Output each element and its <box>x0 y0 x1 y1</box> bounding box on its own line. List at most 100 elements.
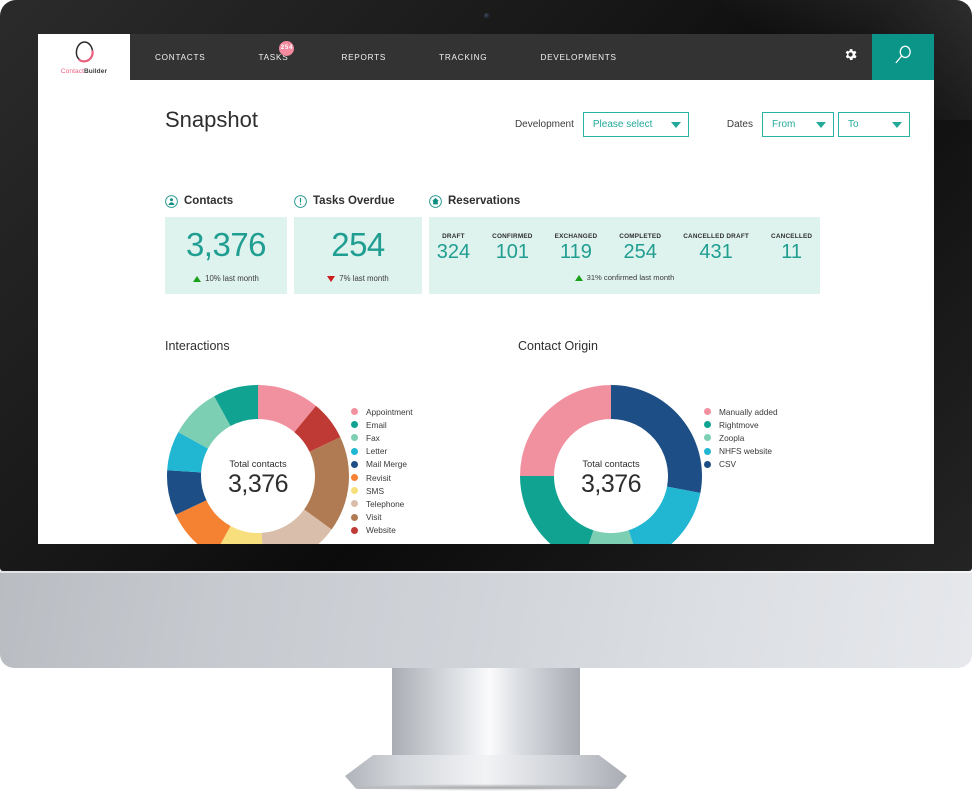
reservations-grid: DRAFT 324 CONFIRMED 101 EXCHANGED 119 CO… <box>426 233 824 264</box>
search-icon <box>892 44 914 71</box>
kpi-tasks-value: 254 <box>331 226 385 263</box>
reservation-value: 11 <box>781 241 803 263</box>
date-from-select[interactable]: From <box>762 112 834 137</box>
reservations-trend-text: 31% confirmed last month <box>586 273 675 282</box>
kpi-contacts-trend-text: 10% last month <box>205 274 259 283</box>
reservation-label: COMPLETED <box>619 233 662 240</box>
egg-logo-icon <box>71 39 98 66</box>
chin-top-edge <box>0 571 972 573</box>
filter-bar: Development Please select Dates From To <box>515 112 910 137</box>
kpi-contacts-value: 3,376 <box>185 226 267 263</box>
legend-item[interactable]: Zoopla <box>704 431 778 444</box>
monitor-foot-shadow <box>352 784 620 791</box>
legend-item[interactable]: Fax <box>351 431 413 444</box>
nav-item-tasks[interactable]: TASKS 254 <box>258 40 295 62</box>
monitor-chin <box>0 571 972 668</box>
legend-label: Letter <box>366 446 388 457</box>
monitor-mockup: ContactBuilder CONTACTS TASKS 254 REPORT… <box>0 0 972 804</box>
kpi-tasks-header: Tasks Overdue <box>294 191 422 211</box>
legend-item[interactable]: Revisit <box>351 471 413 484</box>
legend-label: Website <box>366 525 396 536</box>
development-select-value: Please select <box>592 119 653 130</box>
chart-interactions-body: Total contacts 3,376 Appointment Email Fax… <box>165 383 413 544</box>
nav-item-contacts[interactable]: CONTACTS <box>155 53 205 62</box>
reservation-label: EXCHANGED <box>554 233 598 240</box>
reservation-cell: DRAFT 324 <box>426 233 481 264</box>
reservation-cell: CANCELLED 11 <box>760 233 823 264</box>
legend-color-swatch <box>351 500 358 508</box>
screen-viewport: ContactBuilder CONTACTS TASKS 254 REPORT… <box>38 34 934 544</box>
legend-label: Rightmove <box>719 419 759 430</box>
date-to-value: To <box>848 119 859 130</box>
legend-item[interactable]: Email <box>351 418 413 431</box>
legend-label: NHFS website <box>719 446 773 457</box>
legend-item[interactable]: SMS <box>351 484 413 497</box>
date-from-value: From <box>772 119 796 130</box>
exclamation-circle-icon <box>294 194 307 208</box>
nav-item-tracking[interactable]: TRACKING <box>439 53 487 62</box>
legend-item[interactable]: Mail Merge <box>351 458 413 471</box>
legend-item[interactable]: Rightmove <box>704 418 778 431</box>
legend-item[interactable]: Letter <box>351 445 413 458</box>
legend-item[interactable]: Telephone <box>351 497 413 510</box>
legend-color-swatch <box>351 526 358 534</box>
nav-item-contacts-label: CONTACTS <box>155 52 206 62</box>
reservation-label: DRAFT <box>442 233 465 240</box>
development-select[interactable]: Please select <box>582 112 689 137</box>
nav-item-developments[interactable]: DEVELOPMENTS <box>540 53 616 62</box>
kpi-row: Contacts 3,376 10% last month Tasks Over… <box>165 191 820 294</box>
legend-item[interactable]: NHFS website <box>704 445 778 458</box>
legend-item[interactable]: CSV <box>704 458 778 471</box>
reservation-cell: CONFIRMED 101 <box>481 233 544 264</box>
home-circle-icon <box>429 194 442 208</box>
nav-item-reports[interactable]: REPORTS <box>341 53 386 62</box>
legend-label: Manually added <box>719 406 778 417</box>
legend-item[interactable]: Website <box>351 524 413 537</box>
legend-label: Visit <box>366 512 382 523</box>
reservation-cell: EXCHANGED 119 <box>544 233 609 264</box>
reservation-cell: CANCELLED DRAFT 431 <box>672 233 760 264</box>
legend-label: Appointment <box>366 406 413 417</box>
webcam-icon <box>484 13 490 19</box>
app-logo[interactable]: ContactBuilder <box>38 34 130 80</box>
kpi-tasks-body: 254 7% last month <box>294 217 422 294</box>
legend-item[interactable]: Appointment <box>351 405 413 418</box>
reservation-value: 324 <box>436 241 471 263</box>
app-navbar: ContactBuilder CONTACTS TASKS 254 REPORT… <box>38 34 934 80</box>
kpi-card-contacts: Contacts 3,376 10% last month <box>165 191 287 294</box>
donut-contact-origin-svg <box>520 385 702 544</box>
chart-contact-origin-title: Contact Origin <box>518 339 598 353</box>
donut-segment[interactable] <box>611 385 702 494</box>
trend-up-icon <box>574 274 583 281</box>
chart-interactions-title: Interactions <box>165 339 230 353</box>
date-to-select[interactable]: To <box>838 112 910 137</box>
reservation-label: CANCELLED DRAFT <box>683 233 750 240</box>
search-button[interactable] <box>872 34 934 80</box>
reservation-value: 101 <box>495 241 530 263</box>
chart-contact-origin-body: Total contacts 3,376 Manually added Right… <box>518 383 778 544</box>
donut-interactions-svg <box>167 385 349 544</box>
kpi-tasks-trend-text: 7% last month <box>339 274 389 283</box>
legend-item[interactable]: Visit <box>351 511 413 524</box>
legend-label: Fax <box>366 432 380 443</box>
kpi-contacts-title: Contacts <box>184 195 234 207</box>
donut-segment[interactable] <box>628 486 701 544</box>
kpi-tasks-title: Tasks Overdue <box>313 195 395 207</box>
development-label: Development <box>514 119 574 130</box>
kpi-contacts-body: 3,376 10% last month <box>165 217 287 294</box>
legend-contact-origin: Manually added Rightmove Zoopla NHFS websit… <box>704 383 778 471</box>
legend-label: Mail Merge <box>366 459 408 470</box>
legend-color-swatch <box>351 408 358 416</box>
legend-color-swatch <box>351 421 358 429</box>
settings-button[interactable] <box>828 34 872 80</box>
legend-item[interactable]: Manually added <box>704 405 778 418</box>
dates-label: Dates <box>726 119 753 130</box>
chevron-down-icon <box>892 121 902 128</box>
chart-contact-origin: Contact Origin Total contacts 3,376 Manu… <box>518 339 778 544</box>
chevron-down-icon <box>670 121 681 128</box>
reservation-value: 431 <box>699 241 733 263</box>
reservation-value: 254 <box>623 241 657 263</box>
donut-segment[interactable] <box>520 476 594 544</box>
kpi-reservations-header: Reservations <box>429 191 820 211</box>
donut-segment[interactable] <box>520 385 611 476</box>
